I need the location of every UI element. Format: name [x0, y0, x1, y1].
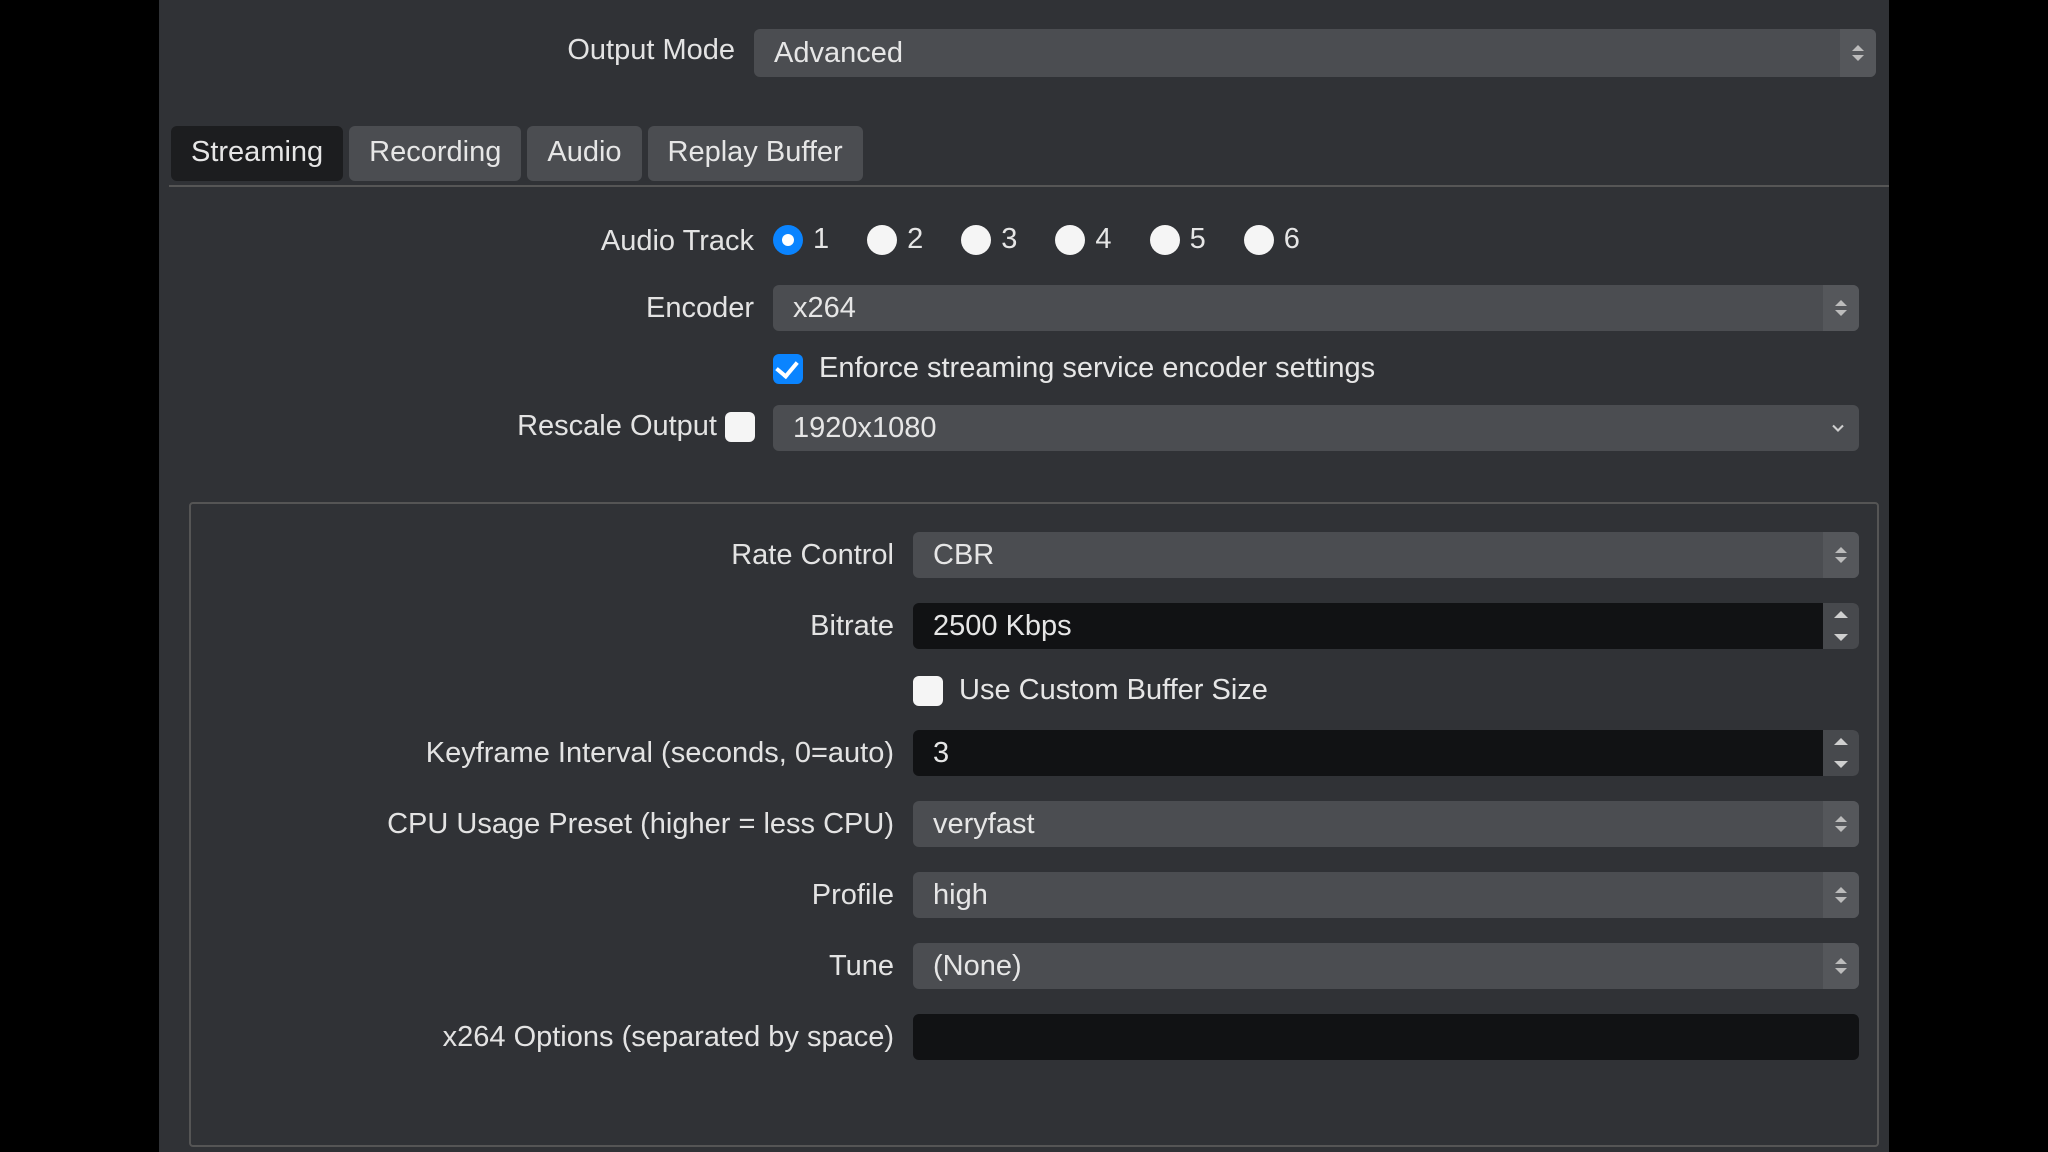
tab-recording[interactable]: Recording [349, 126, 521, 181]
radio-label: 3 [1001, 223, 1017, 256]
tab-streaming[interactable]: Streaming [171, 126, 343, 181]
profile-label: Profile [159, 879, 894, 912]
radio-label: 1 [813, 223, 829, 256]
rescale-output-value: 1920x1080 [773, 412, 937, 445]
tune-select[interactable]: (None) [913, 943, 1859, 989]
profile-select[interactable]: high [913, 872, 1859, 918]
rescale-output-label: Rescale Output [159, 410, 717, 443]
radio-label: 4 [1095, 223, 1111, 256]
tune-label: Tune [159, 950, 894, 983]
custom-buffer-checkbox[interactable] [913, 676, 943, 706]
stepper-icon[interactable] [1823, 730, 1859, 776]
radio-label: 5 [1190, 223, 1206, 256]
updown-icon [1840, 29, 1876, 77]
stepper-icon[interactable] [1823, 603, 1859, 649]
rescale-output-checkbox[interactable] [725, 412, 755, 442]
encoder-value: x264 [773, 292, 856, 325]
tab-replay-buffer[interactable]: Replay Buffer [648, 126, 863, 181]
cpu-preset-select[interactable]: veryfast [913, 801, 1859, 847]
bitrate-label: Bitrate [159, 610, 894, 643]
bitrate-value: 2500 Kbps [913, 610, 1072, 643]
rate-control-value: CBR [913, 539, 994, 572]
updown-icon [1823, 532, 1859, 578]
radio-label: 6 [1284, 223, 1300, 256]
audio-track-radio-6[interactable]: 6 [1244, 223, 1300, 256]
updown-icon [1823, 285, 1859, 331]
enforce-encoder-settings-checkbox[interactable] [773, 354, 803, 384]
audio-track-radio-5[interactable]: 5 [1150, 223, 1206, 256]
output-mode-select[interactable]: Advanced [754, 29, 1876, 77]
bitrate-input[interactable]: 2500 Kbps [913, 603, 1859, 649]
updown-icon [1823, 801, 1859, 847]
radio-label: 2 [907, 223, 923, 256]
rate-control-label: Rate Control [159, 539, 894, 572]
rate-control-select[interactable]: CBR [913, 532, 1859, 578]
audio-track-radio-4[interactable]: 4 [1055, 223, 1111, 256]
audio-track-radio-2[interactable]: 2 [867, 223, 923, 256]
cpu-preset-label: CPU Usage Preset (higher = less CPU) [159, 808, 894, 841]
rescale-output-select[interactable]: 1920x1080 [773, 405, 1859, 451]
enforce-encoder-settings-label: Enforce streaming service encoder settin… [819, 352, 1375, 385]
cpu-preset-value: veryfast [913, 808, 1035, 841]
keyframe-input[interactable]: 3 [913, 730, 1859, 776]
chevron-down-icon [1817, 405, 1859, 451]
updown-icon [1823, 943, 1859, 989]
audio-track-label: Audio Track [159, 225, 754, 258]
profile-value: high [913, 879, 988, 912]
output-mode-value: Advanced [754, 37, 903, 70]
tune-value: (None) [913, 950, 1022, 983]
audio-track-radio-3[interactable]: 3 [961, 223, 1017, 256]
tab-audio[interactable]: Audio [527, 126, 641, 181]
audio-track-radio-1[interactable]: 1 [773, 223, 829, 256]
encoder-label: Encoder [159, 292, 754, 325]
x264-options-label: x264 Options (separated by space) [159, 1021, 894, 1054]
x264-options-input[interactable] [913, 1014, 1859, 1060]
keyframe-value: 3 [913, 737, 949, 770]
keyframe-label: Keyframe Interval (seconds, 0=auto) [159, 737, 894, 770]
output-mode-label: Output Mode [159, 34, 735, 67]
custom-buffer-label: Use Custom Buffer Size [959, 674, 1268, 707]
updown-icon [1823, 872, 1859, 918]
encoder-select[interactable]: x264 [773, 285, 1859, 331]
